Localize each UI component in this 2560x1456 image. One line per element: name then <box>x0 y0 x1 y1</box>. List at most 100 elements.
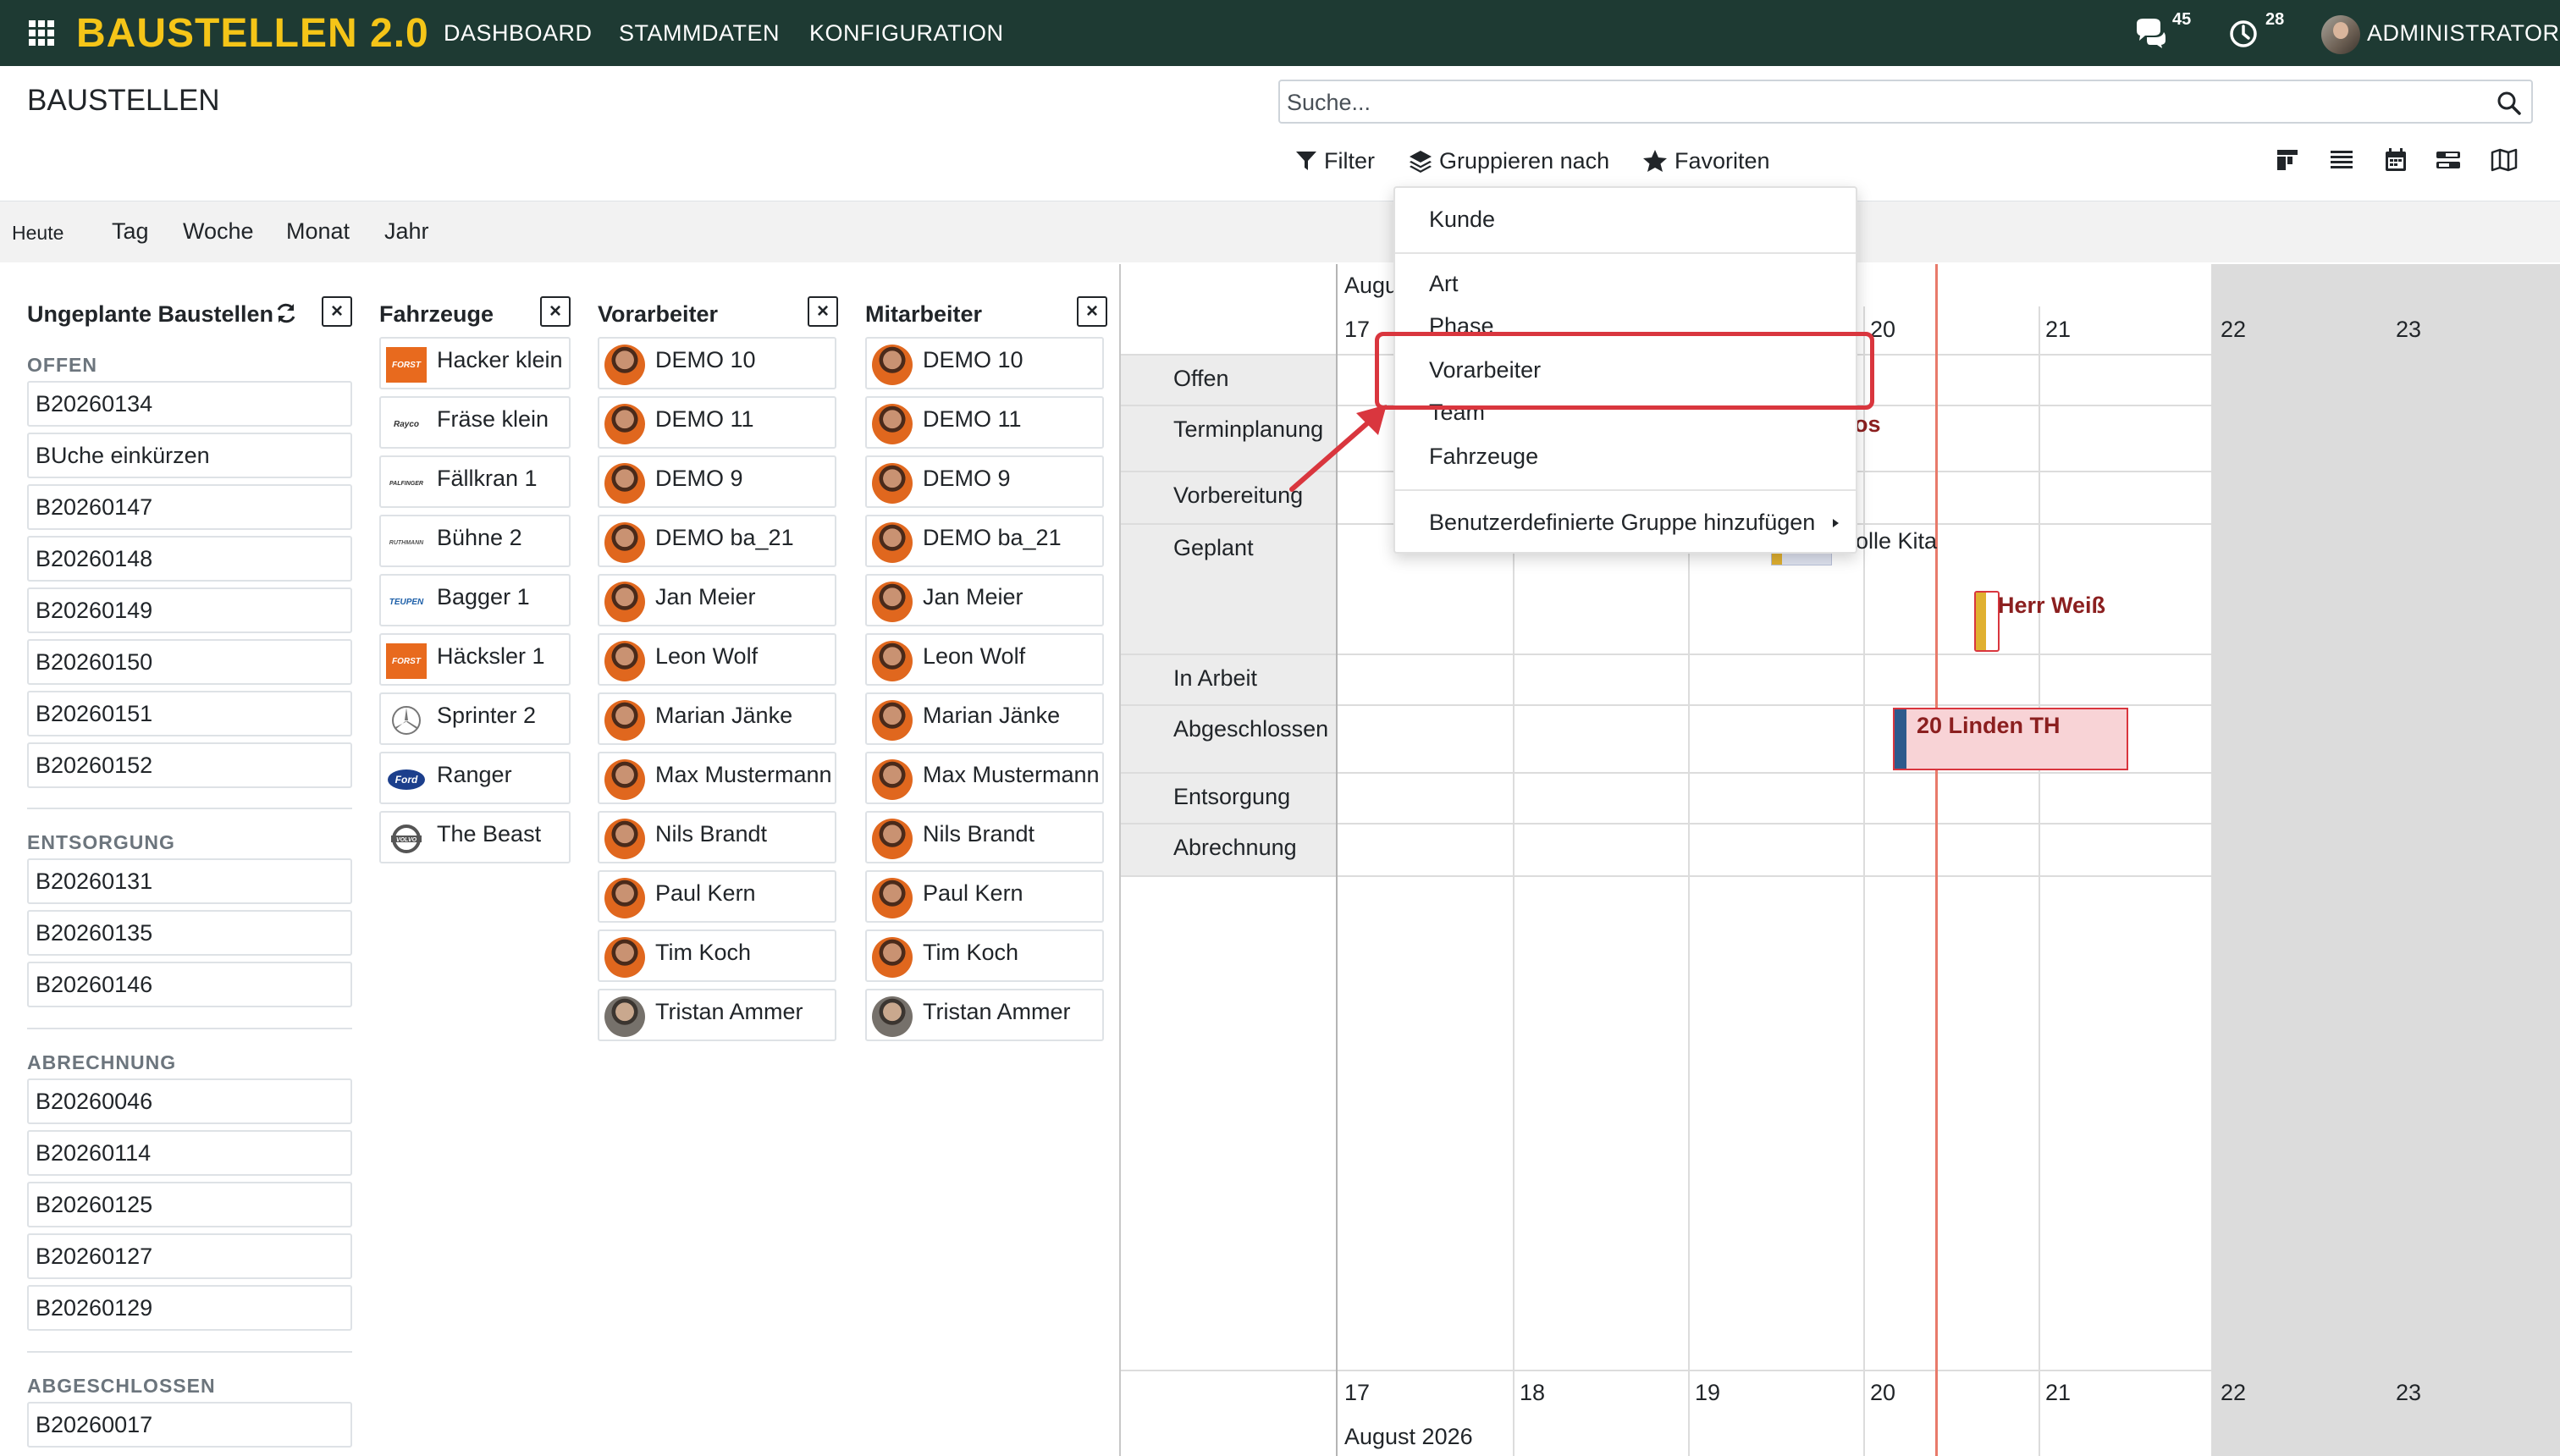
day-label-bottom: 18 <box>1520 1380 1546 1405</box>
event-herr-weiss[interactable]: Herr Weiß <box>1998 593 2105 619</box>
vehicle-item[interactable]: RUTHMANN Bühne 2 <box>379 515 571 567</box>
event-herr-weiss-bar[interactable] <box>1974 591 2000 652</box>
vehicle-item[interactable]: VOLVO The Beast <box>379 811 571 863</box>
nav-dashboard[interactable]: DASHBOARD <box>444 20 593 47</box>
unplanned-item[interactable]: B20260149 <box>27 587 352 633</box>
unplanned-item[interactable]: B20260135 <box>27 910 352 956</box>
person-avatar <box>872 700 913 741</box>
unplanned-item[interactable]: B20260046 <box>27 1078 352 1124</box>
employee-item[interactable]: Leon Wolf <box>865 633 1104 686</box>
unplanned-item[interactable]: B20260147 <box>27 484 352 530</box>
unplanned-item[interactable]: B20260114 <box>27 1130 352 1176</box>
foreman-item[interactable]: DEMO ba_21 <box>598 515 836 567</box>
user-avatar[interactable] <box>2321 15 2360 54</box>
close-employees-button[interactable]: × <box>1077 296 1107 327</box>
calendar-view-icon[interactable] <box>2381 145 2411 175</box>
employee-item[interactable]: Nils Brandt <box>865 811 1104 863</box>
vehicle-item[interactable]: Rayco Fräse klein <box>379 396 571 449</box>
scale-month-button[interactable]: Monat <box>286 218 350 245</box>
scale-week-button[interactable]: Woche <box>183 218 254 245</box>
scale-year-button[interactable]: Jahr <box>384 218 429 245</box>
map-view-icon[interactable] <box>2489 145 2519 175</box>
timeline-view-icon[interactable] <box>2433 145 2463 175</box>
filter-button[interactable]: Filter <box>1295 144 1375 178</box>
unplanned-item[interactable]: B20260146 <box>27 962 352 1007</box>
vehicle-item[interactable]: TEUPEN Bagger 1 <box>379 574 571 626</box>
day-label-top: 17 <box>1344 317 1371 342</box>
unplanned-item[interactable]: B20260152 <box>27 742 352 788</box>
clock-icon[interactable] <box>2228 17 2262 49</box>
unplanned-item-label: B20260152 <box>36 753 153 778</box>
unplanned-item[interactable]: B20260017 <box>27 1402 352 1448</box>
vehicle-item[interactable]: Sprinter 2 <box>379 692 571 745</box>
search-box <box>1278 80 2533 124</box>
unplanned-item[interactable]: B20260150 <box>27 639 352 685</box>
unplanned-item[interactable]: B20260125 <box>27 1182 352 1227</box>
close-unplanned-button[interactable]: × <box>322 296 352 327</box>
unplanned-item[interactable]: BUche einkürzen <box>27 433 352 478</box>
event-label: os <box>1854 411 1881 437</box>
group-by-art[interactable]: Art <box>1429 271 1459 297</box>
foreman-item[interactable]: Leon Wolf <box>598 633 836 686</box>
search-icon[interactable] <box>2496 90 2523 117</box>
foreman-item[interactable]: DEMO 9 <box>598 455 836 508</box>
timeline-row-label: In Arbeit <box>1173 665 1258 691</box>
foreman-item[interactable]: Tim Koch <box>598 929 836 982</box>
employee-item[interactable]: Max Mustermann <box>865 752 1104 804</box>
person-label: Tristan Ammer <box>923 999 1071 1024</box>
employee-item[interactable]: Jan Meier <box>865 574 1104 626</box>
foreman-item[interactable]: Marian Jänke <box>598 692 836 745</box>
foreman-item[interactable]: DEMO 11 <box>598 396 836 449</box>
foreman-item[interactable]: Max Mustermann <box>598 752 836 804</box>
close-foremen-button[interactable]: × <box>808 296 838 327</box>
event-linden-bar[interactable]: 20 Linden TH <box>1893 708 2128 770</box>
employee-item[interactable]: Tim Koch <box>865 929 1104 982</box>
unplanned-item[interactable]: B20260127 <box>27 1233 352 1279</box>
app-brand[interactable]: BAUSTELLEN 2.0 <box>76 10 429 57</box>
vehicle-item[interactable]: FORST Häcksler 1 <box>379 633 571 686</box>
event-terminplanung[interactable]: os <box>1854 411 1881 438</box>
favorites-button[interactable]: Favoriten <box>1642 144 1770 178</box>
foreman-item[interactable]: Paul Kern <box>598 870 836 923</box>
employee-item[interactable]: Tristan Ammer <box>865 989 1104 1041</box>
foreman-item[interactable]: Jan Meier <box>598 574 836 626</box>
employee-item[interactable]: Paul Kern <box>865 870 1104 923</box>
nav-konfiguration[interactable]: KONFIGURATION <box>809 20 1004 47</box>
employee-item[interactable]: DEMO 10 <box>865 337 1104 389</box>
foreman-item[interactable]: DEMO 10 <box>598 337 836 389</box>
employee-item[interactable]: DEMO 9 <box>865 455 1104 508</box>
group-by-kunde[interactable]: Kunde <box>1429 207 1495 233</box>
scale-day-button[interactable]: Tag <box>112 218 149 245</box>
group-by-fahrzeuge[interactable]: Fahrzeuge <box>1429 444 1538 470</box>
kanban-view-icon[interactable] <box>2272 145 2303 175</box>
unplanned-item[interactable]: B20260134 <box>27 381 352 427</box>
vehicle-logo-icon: Ford <box>386 762 427 797</box>
employee-item[interactable]: DEMO ba_21 <box>865 515 1104 567</box>
apps-grid-icon[interactable] <box>29 20 54 46</box>
user-menu[interactable]: ADMINISTRATOR <box>2367 20 2560 47</box>
employee-item[interactable]: Marian Jänke <box>865 692 1104 745</box>
unplanned-item[interactable]: B20260131 <box>27 858 352 904</box>
today-button[interactable]: Heute <box>12 222 63 245</box>
nav-stammdaten[interactable]: STAMMDATEN <box>619 20 780 47</box>
close-vehicles-button[interactable]: × <box>540 296 571 327</box>
person-avatar <box>872 463 913 504</box>
vehicle-item[interactable]: Ford Ranger <box>379 752 571 804</box>
add-custom-group[interactable]: Benutzerdefinierte Gruppe hinzufügen <box>1429 510 1842 536</box>
vehicle-item[interactable]: PALFINGER Fällkran 1 <box>379 455 571 508</box>
unplanned-item[interactable]: B20260148 <box>27 536 352 582</box>
refresh-icon[interactable] <box>274 301 298 325</box>
unplanned-item[interactable]: B20260151 <box>27 691 352 736</box>
chat-icon[interactable] <box>2133 17 2167 49</box>
unplanned-item[interactable]: B20260129 <box>27 1285 352 1331</box>
foreman-item[interactable]: Nils Brandt <box>598 811 836 863</box>
search-input[interactable] <box>1287 88 2472 117</box>
list-view-icon[interactable] <box>2326 145 2357 175</box>
group-by-button[interactable]: Gruppieren nach <box>1409 144 1609 178</box>
foreman-item[interactable]: Tristan Ammer <box>598 989 836 1041</box>
employee-item[interactable]: DEMO 11 <box>865 396 1104 449</box>
vehicle-item[interactable]: FORST Hacker klein <box>379 337 571 389</box>
event-kita[interactable]: olle Kita <box>1856 528 1937 554</box>
person-avatar <box>604 463 645 504</box>
row-label-background <box>1121 354 1338 405</box>
